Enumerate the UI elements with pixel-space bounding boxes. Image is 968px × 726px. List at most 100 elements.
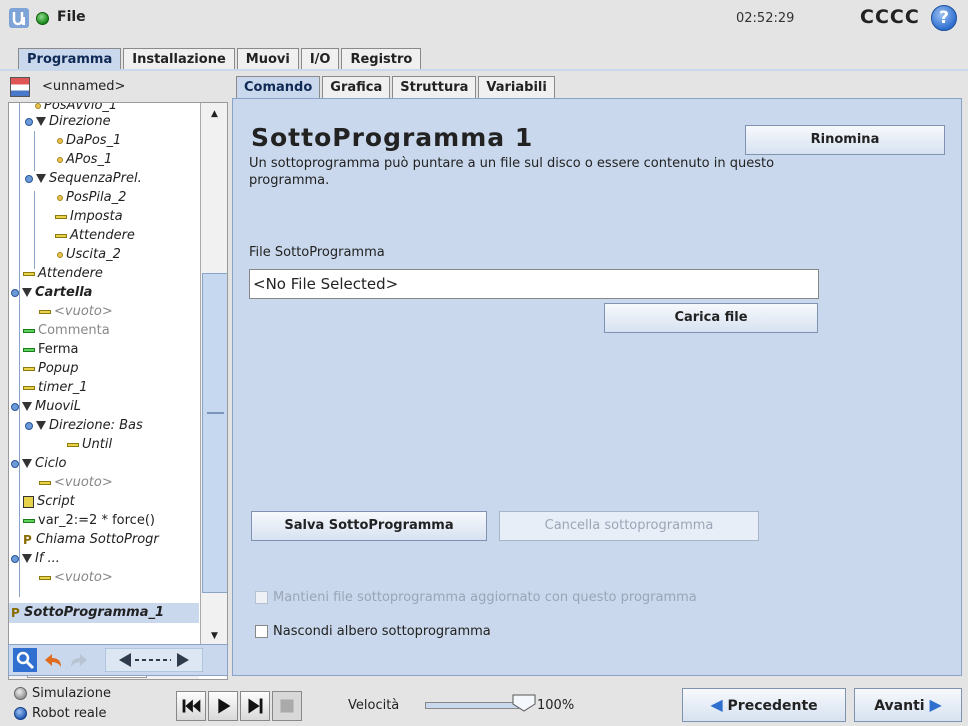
tree-node[interactable]: Direzione: Bas xyxy=(25,417,143,435)
ur-logo-icon xyxy=(9,8,29,28)
expand-node-icon[interactable] xyxy=(25,421,33,430)
tree-node[interactable]: Uscita_2 xyxy=(57,246,121,264)
stop-icon xyxy=(272,691,302,721)
speed-slider-thumb[interactable] xyxy=(512,694,536,712)
speed-slider[interactable] xyxy=(425,702,519,709)
clear-subprogram-button: Cancella sottoprogramma xyxy=(499,511,759,541)
folder-triangle-icon xyxy=(36,117,46,126)
expand-node-icon[interactable] xyxy=(11,554,19,563)
undo-icon[interactable] xyxy=(41,648,65,672)
keep-updated-checkbox: Mantieni file sottoprogramma aggiornato … xyxy=(255,589,697,607)
tree-node[interactable]: Cartella xyxy=(11,284,92,302)
save-program-icon[interactable] xyxy=(10,77,30,97)
real-robot-radio[interactable]: Robot reale xyxy=(14,705,106,723)
waypoint-icon xyxy=(57,137,63,144)
tree-node[interactable]: SequenzaPrel. xyxy=(25,170,142,188)
redo-icon[interactable] xyxy=(67,648,91,672)
assignment-icon xyxy=(23,518,35,523)
speed-label: Velocità xyxy=(348,698,400,713)
previous-button[interactable]: ◀ Precedente xyxy=(682,688,846,722)
help-icon[interactable]: ? xyxy=(931,5,957,31)
scroll-up-icon[interactable]: ▲ xyxy=(201,103,227,125)
checkbox-box[interactable] xyxy=(255,625,268,638)
tree-node[interactable]: Attendere xyxy=(23,265,103,283)
skip-back-icon[interactable] xyxy=(176,691,206,721)
tree-node[interactable]: Commenta xyxy=(23,322,110,340)
popup-icon xyxy=(23,366,35,371)
expand-node-icon[interactable] xyxy=(11,288,19,297)
wait-icon xyxy=(23,271,35,276)
next-button[interactable]: Avanti ▶ xyxy=(854,688,962,722)
wait-icon xyxy=(55,233,67,238)
tree-node[interactable]: var_2:=2 * force() xyxy=(23,512,155,530)
checkbox-box xyxy=(255,591,268,604)
radio-on-icon[interactable] xyxy=(14,707,27,720)
tree-node[interactable]: If ... xyxy=(11,550,60,568)
tree-vertical-scrollbar[interactable]: ▲ ▼ xyxy=(200,103,227,663)
top-bar: File 02:52:29 CCCC ? xyxy=(0,0,968,36)
tree-node[interactable]: timer_1 xyxy=(23,379,88,397)
expand-node-icon[interactable] xyxy=(25,174,33,183)
tree-node[interactable]: <vuoto> xyxy=(39,569,113,587)
folder-triangle-icon xyxy=(36,421,46,430)
step-icon[interactable] xyxy=(240,691,270,721)
scroll-thumb[interactable] xyxy=(202,273,227,593)
speed-slider-fill xyxy=(426,703,518,708)
expand-node-icon[interactable] xyxy=(11,402,19,411)
tree-node[interactable]: <vuoto> xyxy=(39,303,113,321)
empty-icon xyxy=(39,309,51,314)
rename-button[interactable]: Rinomina xyxy=(745,125,945,155)
description: Un sottoprogramma può puntare a un file … xyxy=(249,156,775,188)
tab-muovi[interactable]: Muovi xyxy=(236,48,299,70)
move-node-icon[interactable] xyxy=(105,648,203,672)
folder-triangle-icon xyxy=(22,402,32,411)
tab-installazione[interactable]: Installazione xyxy=(123,48,235,70)
running-status-icon xyxy=(36,12,49,25)
waypoint-icon xyxy=(57,251,63,258)
tab-programma[interactable]: Programma xyxy=(18,48,122,70)
radio-off-icon[interactable] xyxy=(14,687,27,700)
tab-registro[interactable]: Registro xyxy=(341,48,422,70)
tab-comando[interactable]: Comando xyxy=(236,76,321,98)
hide-tree-checkbox[interactable]: Nascondi albero sottoprogramma xyxy=(255,623,491,641)
until-icon xyxy=(67,442,79,447)
command-panel: SottoProgramma 1 Rinomina Un sottoprogra… xyxy=(232,98,962,676)
tree-node[interactable]: <vuoto> xyxy=(39,474,113,492)
play-icon[interactable] xyxy=(208,691,238,721)
file-menu[interactable]: File xyxy=(57,9,86,25)
tree-node[interactable]: DaPos_1 xyxy=(57,132,121,150)
tree-node[interactable]: PosPila_2 xyxy=(57,189,126,207)
tree-node[interactable]: Script xyxy=(23,493,75,511)
save-subprogram-button[interactable]: Salva SottoProgramma xyxy=(251,511,487,541)
tree-node-selected[interactable]: P SottoProgramma_1 xyxy=(11,604,164,622)
expand-node-icon[interactable] xyxy=(25,117,33,126)
tree-node[interactable]: P Chiama SottoProgr xyxy=(23,531,159,549)
tree-node[interactable]: APos_1 xyxy=(57,151,112,169)
tree-node[interactable]: Attendere xyxy=(55,227,135,245)
tab-variabili[interactable]: Variabili xyxy=(478,76,555,98)
clock: 02:52:29 xyxy=(736,11,795,26)
tree-node[interactable]: Imposta xyxy=(55,208,123,226)
expand-node-icon[interactable] xyxy=(11,459,19,468)
tree-node[interactable]: MuoviL xyxy=(11,398,81,416)
tab-io[interactable]: I/O xyxy=(300,48,340,70)
tree-node[interactable]: Direzione xyxy=(25,113,111,131)
subprogram-file-field[interactable]: <No File Selected> xyxy=(249,269,819,299)
tree-node[interactable]: Popup xyxy=(23,360,79,378)
subprogram-icon: P xyxy=(11,605,20,620)
search-icon[interactable] xyxy=(13,648,37,672)
tree-node[interactable]: Ciclo xyxy=(11,455,66,473)
bottom-bar: Simulazione Robot reale Velocità 100% ◀ … xyxy=(0,682,968,726)
timer-icon xyxy=(23,385,35,390)
tree-node[interactable]: Until xyxy=(67,436,112,454)
load-file-button[interactable]: Carica file xyxy=(604,303,818,333)
tab-struttura[interactable]: Struttura xyxy=(392,76,477,98)
tab-grafica[interactable]: Grafica xyxy=(322,76,391,98)
arrow-right-icon: ▶ xyxy=(929,695,942,714)
arrow-left-icon: ◀ xyxy=(710,695,723,714)
tree-node[interactable]: Ferma xyxy=(23,341,79,359)
speed-value: 100% xyxy=(537,698,575,713)
simulation-radio[interactable]: Simulazione xyxy=(14,685,111,703)
file-field-label: File SottoProgramma xyxy=(249,245,385,260)
robot-name: CCCC xyxy=(860,6,920,28)
